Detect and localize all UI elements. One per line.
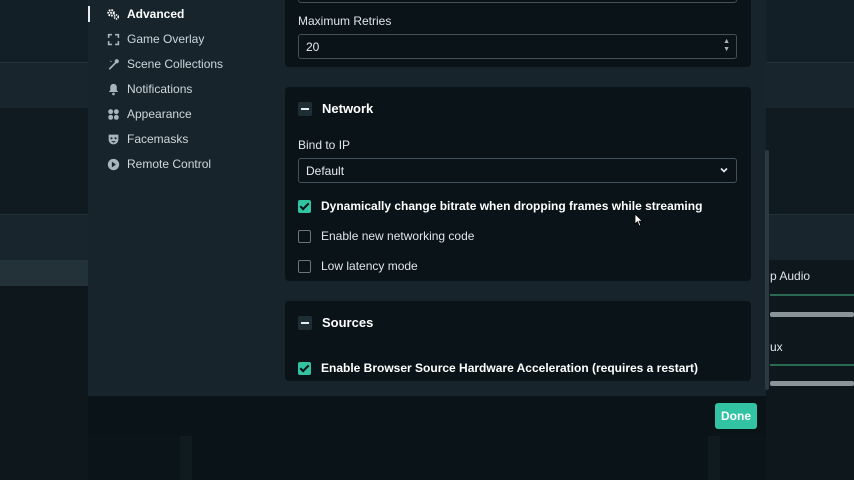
number-stepper[interactable]: ▲ ▼ bbox=[723, 38, 730, 54]
bg-mixer-meter bbox=[770, 294, 854, 296]
reconnect-section: Maximum Retries 20 ▲ ▼ bbox=[285, 0, 751, 67]
low-latency-checkbox[interactable]: Low latency mode bbox=[298, 258, 418, 274]
checkbox-label: Dynamically change bitrate when dropping… bbox=[321, 199, 703, 213]
sidebar-item-remote-control[interactable]: Remote Control bbox=[106, 154, 211, 174]
sidebar-item-game-overlay[interactable]: Game Overlay bbox=[106, 29, 204, 49]
checkbox-unchecked[interactable] bbox=[298, 229, 311, 243]
sidebar-item-label: Advanced bbox=[127, 7, 185, 21]
palette-icon bbox=[106, 107, 121, 121]
bg-mixer-panel bbox=[766, 260, 854, 480]
sidebar-item-label: Game Overlay bbox=[127, 32, 205, 46]
max-retries-label: Maximum Retries bbox=[298, 14, 392, 28]
collapse-icon[interactable] bbox=[298, 101, 312, 116]
checkbox-label: Low latency mode bbox=[321, 259, 418, 273]
play-circle-icon bbox=[106, 157, 121, 171]
expand-icon bbox=[106, 32, 121, 46]
bg-panel-header bbox=[766, 62, 854, 109]
max-retries-value: 20 bbox=[306, 39, 320, 54]
bg-panel bbox=[0, 108, 88, 214]
chevron-down-icon[interactable]: ▼ bbox=[723, 46, 730, 54]
settings-modal: Advanced Game Overlay Scene Collections … bbox=[88, 0, 769, 436]
chevron-up-icon[interactable]: ▲ bbox=[723, 38, 730, 46]
checkbox-label: Enable new networking code bbox=[321, 229, 475, 243]
mask-icon bbox=[106, 132, 121, 146]
checkbox-checked[interactable] bbox=[298, 199, 311, 213]
sources-title: Sources bbox=[322, 315, 374, 330]
chevron-down-icon bbox=[720, 167, 728, 173]
sidebar-item-label: Scene Collections bbox=[127, 57, 224, 71]
partial-input[interactable] bbox=[298, 0, 737, 3]
sidebar-item-label: Appearance bbox=[127, 107, 192, 121]
bg-panel bbox=[192, 436, 708, 480]
checkbox-checked[interactable] bbox=[298, 361, 311, 375]
bind-ip-select[interactable]: Default bbox=[298, 158, 737, 183]
bind-ip-value: Default bbox=[306, 163, 345, 178]
settings-content: Maximum Retries 20 ▲ ▼ Network Bind to I… bbox=[285, 0, 766, 396]
max-retries-input[interactable]: 20 ▲ ▼ bbox=[298, 34, 737, 59]
bg-panel-header bbox=[766, 214, 854, 261]
bell-icon bbox=[106, 82, 121, 96]
sources-section: Sources Enable Browser Source Hardware A… bbox=[285, 301, 751, 381]
bg-mixer-label: ux bbox=[770, 340, 783, 354]
done-button[interactable]: Done bbox=[715, 403, 757, 429]
sidebar-item-scene-collections[interactable]: Scene Collections bbox=[106, 54, 223, 74]
bg-mixer-slider bbox=[770, 381, 854, 386]
gears-icon bbox=[106, 7, 121, 21]
network-header[interactable]: Network bbox=[298, 101, 373, 116]
settings-body: Advanced Game Overlay Scene Collections … bbox=[88, 0, 769, 396]
bg-panel-header bbox=[0, 214, 88, 261]
sidebar-item-notifications[interactable]: Notifications bbox=[106, 79, 192, 99]
bg-mixer-label: p Audio bbox=[770, 269, 811, 283]
sidebar-item-appearance[interactable]: Appearance bbox=[106, 104, 192, 124]
browser-hw-accel-checkbox[interactable]: Enable Browser Source Hardware Accelerat… bbox=[298, 360, 698, 376]
sources-header[interactable]: Sources bbox=[298, 315, 373, 330]
network-title: Network bbox=[322, 101, 374, 116]
checkbox-unchecked[interactable] bbox=[298, 259, 311, 273]
mouse-cursor-icon bbox=[634, 213, 643, 227]
bg-panel bbox=[0, 0, 88, 62]
bg-panel bbox=[766, 108, 854, 214]
collapse-icon[interactable] bbox=[298, 315, 312, 330]
bind-ip-label: Bind to IP bbox=[298, 138, 351, 152]
network-section: Network Bind to IP Default Dynamically c… bbox=[285, 87, 751, 281]
sidebar-item-label: Notifications bbox=[127, 82, 193, 96]
content-scrollbar[interactable] bbox=[765, 150, 769, 390]
sidebar-item-label: Facemasks bbox=[127, 132, 189, 146]
bg-selected-row bbox=[0, 260, 88, 286]
sidebar-item-facemasks[interactable]: Facemasks bbox=[106, 129, 188, 149]
bg-mixer-meter bbox=[770, 364, 854, 366]
tools-icon bbox=[106, 57, 121, 71]
active-indicator bbox=[88, 6, 90, 22]
settings-sidebar: Advanced Game Overlay Scene Collections … bbox=[88, 0, 285, 396]
bg-mixer-slider bbox=[770, 312, 854, 317]
new-networking-checkbox[interactable]: Enable new networking code bbox=[298, 228, 474, 244]
bg-panel bbox=[766, 0, 854, 62]
checkbox-label: Enable Browser Source Hardware Accelerat… bbox=[321, 361, 699, 375]
dynamic-bitrate-checkbox[interactable]: Dynamically change bitrate when dropping… bbox=[298, 198, 702, 214]
sidebar-item-advanced[interactable]: Advanced bbox=[106, 4, 184, 24]
bg-panel bbox=[0, 286, 88, 480]
bg-panel-header bbox=[0, 62, 88, 109]
sidebar-item-label: Remote Control bbox=[127, 157, 212, 171]
